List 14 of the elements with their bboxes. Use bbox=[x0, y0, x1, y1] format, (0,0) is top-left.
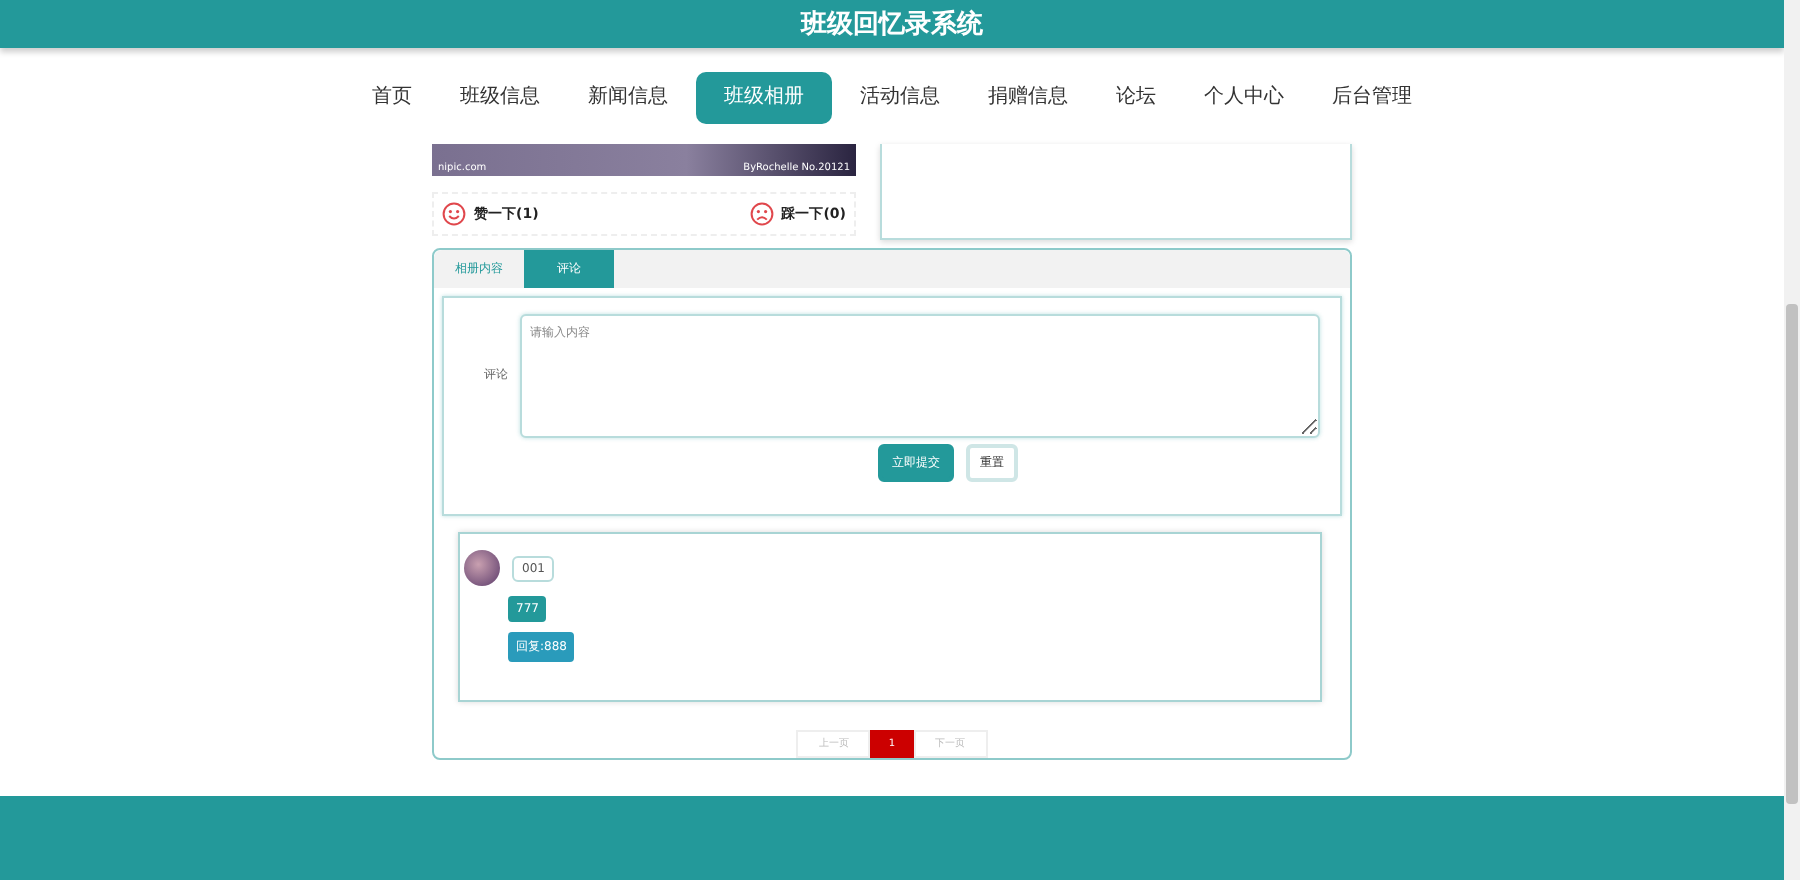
site-title: 班级回忆录系统 bbox=[801, 7, 983, 42]
avatar bbox=[464, 550, 500, 587]
nav-link[interactable]: 捐赠信息 bbox=[968, 72, 1088, 124]
scrollbar-thumb[interactable] bbox=[1786, 304, 1798, 804]
nav-link[interactable]: 论坛 bbox=[1096, 72, 1176, 124]
scrollbar[interactable] bbox=[1784, 0, 1800, 880]
nav-link[interactable]: 新闻信息 bbox=[568, 72, 688, 124]
nav-link[interactable]: 班级信息 bbox=[440, 72, 560, 124]
nav-link[interactable]: 首页 bbox=[352, 72, 432, 124]
smile-face-icon bbox=[442, 202, 466, 226]
frown-face-icon bbox=[749, 202, 774, 226]
nav-link[interactable]: 活动信息 bbox=[840, 72, 960, 124]
nav-link[interactable]: 后台管理 bbox=[1312, 72, 1432, 124]
nav-link[interactable]: 个人中心 bbox=[1184, 72, 1304, 124]
